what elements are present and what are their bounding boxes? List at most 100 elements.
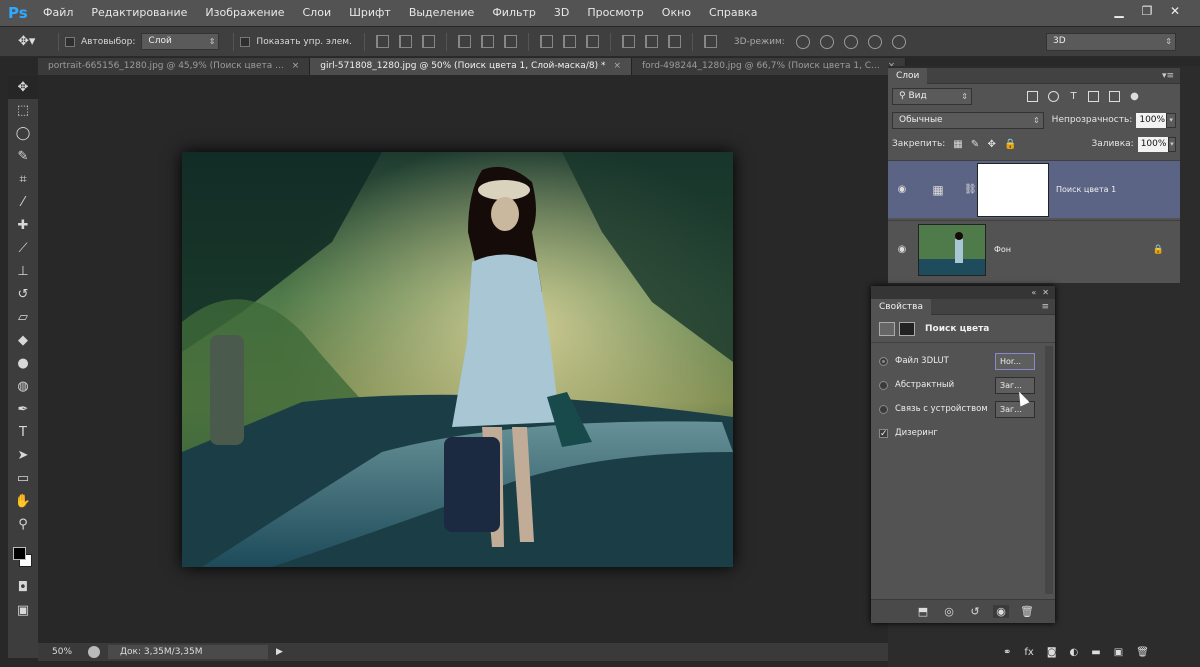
mask-icon[interactable]: [899, 321, 915, 336]
autoselect-dropdown[interactable]: Слой: [141, 33, 220, 50]
layer-name[interactable]: Поиск цвета 1: [1056, 185, 1116, 194]
menu-image[interactable]: Изображение: [196, 0, 293, 26]
quick-mask-icon[interactable]: ◘: [8, 576, 38, 599]
workspace-dropdown[interactable]: 3D: [1046, 33, 1176, 51]
collapse-icon[interactable]: «: [1031, 288, 1036, 297]
opacity-spin-icon[interactable]: ▾: [1166, 112, 1176, 128]
menu-file[interactable]: Файл: [34, 0, 82, 26]
menu-3d[interactable]: 3D: [545, 0, 578, 26]
lasso-icon[interactable]: ◯: [8, 122, 38, 145]
menu-edit[interactable]: Редактирование: [82, 0, 196, 26]
layer-name[interactable]: Фон: [994, 245, 1011, 254]
view-previous-icon[interactable]: ◎: [941, 605, 957, 618]
filter-pixel-icon[interactable]: [1027, 90, 1038, 102]
layer-thumbnail[interactable]: [918, 223, 986, 276]
close-icon[interactable]: ×: [613, 58, 621, 75]
filter-type-icon[interactable]: T: [1068, 91, 1079, 102]
brush-icon[interactable]: ⟋: [8, 237, 38, 260]
option-3dlut[interactable]: Файл 3DLUT Hor...: [871, 349, 1055, 373]
abstract-dropdown[interactable]: Заг...: [995, 376, 1035, 394]
clip-to-layer-icon[interactable]: ⬒: [915, 605, 931, 618]
canvas-area[interactable]: [38, 75, 888, 643]
zoom-readout[interactable]: 50%: [38, 647, 80, 657]
radio-abstract[interactable]: [879, 380, 888, 390]
tab-ford[interactable]: ford-498244_1280.jpg @ 66,7% (Поиск цвет…: [632, 58, 907, 75]
properties-tab[interactable]: Свойства: [871, 298, 931, 315]
fill-spin-icon[interactable]: ▾: [1167, 136, 1176, 152]
blur-icon[interactable]: ●: [8, 352, 38, 375]
marquee-icon[interactable]: ⬚: [8, 99, 38, 122]
document-photo[interactable]: [182, 152, 733, 567]
adjustment-grid-icon[interactable]: [879, 321, 895, 336]
menu-type[interactable]: Шрифт: [340, 0, 400, 26]
filter-adjustment-icon[interactable]: [1048, 90, 1059, 102]
history-brush-icon[interactable]: ↺: [8, 283, 38, 306]
info-icon[interactable]: [88, 646, 100, 658]
lock-pixels-icon[interactable]: ✎: [971, 139, 980, 150]
align-bottom-icon[interactable]: [421, 35, 435, 48]
healing-icon[interactable]: ✚: [8, 214, 38, 237]
fill-input[interactable]: 100%: [1137, 136, 1168, 152]
close-icon[interactable]: ✕: [1042, 288, 1049, 297]
layers-tab[interactable]: Слои: [888, 67, 928, 84]
layer-mask-thumbnail[interactable]: [977, 162, 1049, 217]
minimize-button[interactable]: ▁: [1108, 2, 1130, 20]
tab-portrait[interactable]: portrait-665156_1280.jpg @ 45,9% (Поиск …: [38, 58, 311, 75]
foreground-color-swatch[interactable]: [13, 547, 26, 560]
distribute-left-icon[interactable]: [621, 35, 635, 48]
add-mask-icon[interactable]: ◙: [1047, 647, 1057, 658]
option-abstract[interactable]: Абстрактный Заг...: [871, 373, 1055, 397]
lut-file-dropdown[interactable]: Hor...: [995, 352, 1035, 370]
auto-align-icon[interactable]: [703, 35, 717, 48]
radio-device-link[interactable]: [879, 404, 888, 414]
device-link-dropdown[interactable]: Заг...: [995, 400, 1035, 418]
dither-checkbox[interactable]: ✓: [879, 428, 888, 438]
filter-smart-object-icon[interactable]: [1109, 90, 1120, 102]
visibility-icon[interactable]: ◉: [993, 605, 1009, 618]
scale-3d-icon[interactable]: [891, 34, 906, 49]
bucket-icon[interactable]: ◆: [8, 329, 38, 352]
lock-position-icon[interactable]: ✥: [987, 139, 996, 150]
show-controls-checkbox[interactable]: [240, 36, 251, 47]
link-layers-icon[interactable]: ⚭: [1003, 647, 1011, 658]
pen-icon[interactable]: ✒: [8, 398, 38, 421]
close-icon[interactable]: ×: [292, 58, 300, 75]
hand-icon[interactable]: ✋: [8, 490, 38, 513]
eye-icon[interactable]: ◉: [888, 244, 916, 255]
align-left-icon[interactable]: [457, 35, 471, 48]
autoselect-checkbox[interactable]: [65, 36, 75, 47]
new-layer-icon[interactable]: ▣: [1114, 647, 1123, 658]
radio-3dlut[interactable]: [879, 356, 888, 366]
delete-layer-icon[interactable]: 🗑: [1136, 647, 1149, 658]
move-icon[interactable]: ✥: [8, 76, 38, 99]
eyedropper-icon[interactable]: ⁄: [8, 191, 38, 214]
path-select-icon[interactable]: ➤: [8, 444, 38, 467]
dodge-icon[interactable]: ◍: [8, 375, 38, 398]
roll-3d-icon[interactable]: [819, 34, 834, 49]
lock-transparent-icon[interactable]: ▦: [953, 139, 962, 150]
layer-row-background[interactable]: ◉ Фон 🔒: [888, 220, 1180, 278]
menu-select[interactable]: Выделение: [400, 0, 484, 26]
opacity-input[interactable]: 100%: [1136, 112, 1167, 128]
quick-select-icon[interactable]: ✎: [8, 145, 38, 168]
option-dither[interactable]: ✓ Дизеринг: [871, 421, 1055, 445]
menu-help[interactable]: Справка: [700, 0, 766, 26]
move-tool-preset-icon[interactable]: ✥▾: [18, 31, 52, 53]
status-menu-arrow-icon[interactable]: ▶: [276, 647, 283, 657]
filter-shape-icon[interactable]: [1088, 90, 1099, 102]
panel-menu-icon[interactable]: ≡: [1041, 302, 1049, 312]
eraser-icon[interactable]: ▱: [8, 306, 38, 329]
distribute-vcenter-icon[interactable]: [562, 35, 576, 48]
slide-3d-icon[interactable]: [867, 34, 882, 49]
filter-toggle-icon[interactable]: ●: [1129, 91, 1140, 102]
menu-view[interactable]: Просмотр: [578, 0, 652, 26]
chain-link-icon[interactable]: ⛓: [964, 184, 977, 195]
rectangle-icon[interactable]: ▭: [8, 467, 38, 490]
stamp-icon[interactable]: ⊥: [8, 260, 38, 283]
panel-menu-icon[interactable]: ▾≡: [1162, 71, 1174, 81]
restore-button[interactable]: ❐: [1136, 2, 1158, 20]
distribute-bottom-icon[interactable]: [585, 35, 599, 48]
reset-icon[interactable]: ↺: [967, 605, 983, 618]
menu-layers[interactable]: Слои: [294, 0, 341, 26]
align-top-icon[interactable]: [375, 35, 389, 48]
